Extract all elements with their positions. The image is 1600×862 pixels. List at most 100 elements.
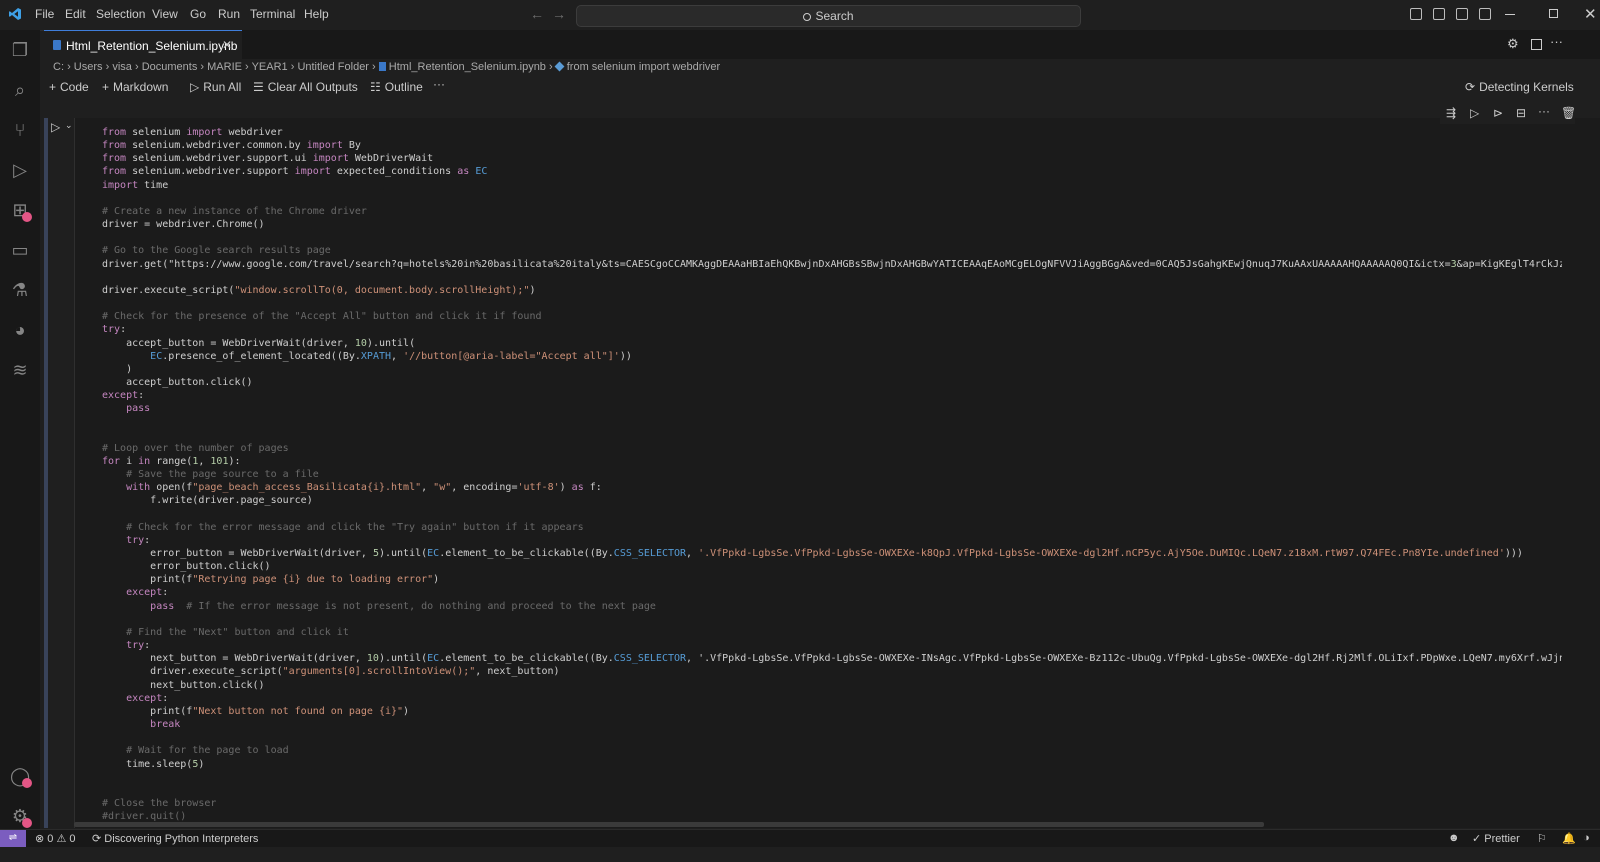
settings-gear-icon[interactable]: ⚙ xyxy=(1507,36,1519,52)
source-control-icon[interactable]: ⑂ xyxy=(10,120,30,140)
code-line[interactable]: break xyxy=(102,718,1562,731)
code-line[interactable]: import time xyxy=(102,179,1562,192)
menu-terminal[interactable]: Terminal xyxy=(250,7,295,21)
split-cell-icon[interactable]: ⊟ xyxy=(1516,106,1526,120)
code-line[interactable]: except: xyxy=(102,389,1562,402)
menu-edit[interactable]: Edit xyxy=(65,7,86,21)
close-tab-icon[interactable]: ✕ xyxy=(222,38,232,52)
add-code-cell-button[interactable]: + Code xyxy=(49,80,89,94)
breadcrumb-year1[interactable]: YEAR1 xyxy=(252,61,288,73)
notifications-bell-icon[interactable]: 🔔 xyxy=(1562,832,1576,845)
feedback-icon[interactable]: ⚐ xyxy=(1537,832,1547,845)
code-line[interactable]: # Check for the error message and click … xyxy=(102,521,1562,534)
accounts-status-icon[interactable]: ◑ xyxy=(1583,832,1590,844)
restore-icon[interactable] xyxy=(1549,9,1558,18)
execute-below-icon[interactable]: ⊳ xyxy=(1493,106,1503,120)
breadcrumb-users[interactable]: Users xyxy=(74,61,103,73)
code-line[interactable]: EC.presence_of_element_located((By.XPATH… xyxy=(102,350,1562,363)
more-actions-icon[interactable]: ··· xyxy=(1550,34,1563,49)
explorer-icon[interactable]: ❐ xyxy=(10,40,30,60)
code-line[interactable]: error_button = WebDriverWait(driver, 5).… xyxy=(102,547,1562,560)
tab-html-retention-selenium[interactable]: Html_Retention_Selenium.ipynb ✕ xyxy=(44,30,242,59)
code-line[interactable]: except: xyxy=(102,692,1562,705)
menu-help[interactable]: Help xyxy=(304,7,329,21)
code-line[interactable]: ) xyxy=(102,363,1562,376)
code-line[interactable]: # Go to the Google search results page xyxy=(102,244,1562,257)
code-line[interactable]: try: xyxy=(102,534,1562,547)
code-line[interactable]: with open(f"page_beach_access_Basilicata… xyxy=(102,481,1562,494)
breadcrumb-untitled-folder[interactable]: Untitled Folder xyxy=(297,61,369,73)
code-line[interactable]: print(f"Retrying page {i} due to loading… xyxy=(102,573,1562,586)
breadcrumb-cell[interactable]: from selenium import webdriver xyxy=(567,61,720,73)
menu-view[interactable]: View xyxy=(152,7,178,21)
python-discovery-status[interactable]: ⟳ Discovering Python Interpreters xyxy=(92,832,258,845)
code-line[interactable]: driver.execute_script("window.scrollTo(0… xyxy=(102,284,1562,297)
cell-collapse-chevron-icon[interactable]: ⌄ xyxy=(65,120,73,131)
breadcrumb-documents[interactable]: Documents xyxy=(142,61,198,73)
toggle-panel-icon[interactable] xyxy=(1433,8,1445,20)
breadcrumb-drive[interactable]: C: xyxy=(53,61,64,73)
run-cell-icon[interactable]: ▷ xyxy=(51,120,60,134)
code-line[interactable]: # Create a new instance of the Chrome dr… xyxy=(102,205,1562,218)
code-line[interactable]: time.sleep(5) xyxy=(102,758,1562,771)
menu-file[interactable]: File xyxy=(35,7,54,21)
code-line[interactable] xyxy=(102,429,1562,442)
menu-go[interactable]: Go xyxy=(190,7,206,21)
code-line[interactable]: # Save the page source to a file xyxy=(102,468,1562,481)
code-line[interactable]: # Loop over the number of pages xyxy=(102,442,1562,455)
split-editor-icon[interactable] xyxy=(1531,39,1542,50)
execute-cell-icon[interactable]: ▷ xyxy=(1470,106,1479,120)
code-line[interactable] xyxy=(102,271,1562,284)
code-line[interactable]: # Check for the presence of the "Accept … xyxy=(102,310,1562,323)
code-line[interactable] xyxy=(102,771,1562,784)
breadcrumb-file[interactable]: Html_Retention_Selenium.ipynb xyxy=(389,61,546,73)
menu-run[interactable]: Run xyxy=(218,7,240,21)
code-line[interactable]: accept_button = WebDriverWait(driver, 10… xyxy=(102,337,1562,350)
code-line[interactable]: from selenium.webdriver.support import e… xyxy=(102,165,1562,178)
run-debug-icon[interactable]: ▷ xyxy=(10,160,30,180)
code-line[interactable]: try: xyxy=(102,323,1562,336)
code-line[interactable]: pass xyxy=(102,402,1562,415)
command-center-search[interactable]: Search xyxy=(576,5,1081,27)
testing-icon[interactable]: ⚗ xyxy=(10,280,30,300)
code-line[interactable]: print(f"Next button not found on page {i… xyxy=(102,705,1562,718)
code-editor[interactable]: from selenium import webdriver from selen… xyxy=(102,126,1562,826)
code-line[interactable]: error_button.click() xyxy=(102,560,1562,573)
code-line[interactable] xyxy=(102,784,1562,797)
code-line[interactable] xyxy=(102,731,1562,744)
code-line[interactable] xyxy=(102,297,1562,310)
execute-above-icon[interactable]: ⇶ xyxy=(1446,106,1456,120)
code-line[interactable]: driver.execute_script("arguments[0].scro… xyxy=(102,665,1562,678)
toggle-secondary-sidebar-icon[interactable] xyxy=(1456,8,1468,20)
code-line[interactable] xyxy=(102,508,1562,521)
code-line[interactable] xyxy=(102,192,1562,205)
toggle-primary-sidebar-icon[interactable] xyxy=(1410,8,1422,20)
code-line[interactable]: try: xyxy=(102,639,1562,652)
code-line[interactable]: # Wait for the page to load xyxy=(102,744,1562,757)
outline-button[interactable]: ☷ Outline xyxy=(370,80,423,94)
forward-arrow-icon[interactable]: → xyxy=(552,6,566,22)
code-line[interactable]: for i in range(1, 101): xyxy=(102,455,1562,468)
remote-icon[interactable]: ◕ xyxy=(10,320,30,340)
code-line[interactable]: f.write(driver.page_source) xyxy=(102,494,1562,507)
code-line[interactable] xyxy=(102,231,1562,244)
code-line[interactable]: from selenium.webdriver.common.by import… xyxy=(102,139,1562,152)
more-toolbar-actions-icon[interactable]: ··· xyxy=(433,77,445,91)
code-line[interactable]: driver = webdriver.Chrome() xyxy=(102,218,1562,231)
code-line[interactable]: pass # If the error message is not prese… xyxy=(102,600,1562,613)
remote-explorer-icon[interactable]: ▭ xyxy=(10,240,30,260)
code-line[interactable]: next_button.click() xyxy=(102,679,1562,692)
search-icon[interactable]: ⌕ xyxy=(10,80,30,100)
breadcrumb-visa[interactable]: visa xyxy=(112,61,132,73)
horizontal-scrollbar[interactable] xyxy=(74,822,1264,827)
code-line[interactable]: accept_button.click() xyxy=(102,376,1562,389)
delete-cell-icon[interactable]: 🗑 xyxy=(1561,106,1576,120)
copilot-icon[interactable]: ☻ xyxy=(1448,832,1460,844)
prettier-status[interactable]: ✓ Prettier xyxy=(1472,832,1520,845)
cell-more-icon[interactable]: ··· xyxy=(1538,104,1550,118)
add-markdown-cell-button[interactable]: + Markdown xyxy=(102,80,168,94)
code-line[interactable]: # Find the "Next" button and click it xyxy=(102,626,1562,639)
remote-indicator[interactable]: ⇌ xyxy=(0,830,26,847)
code-line[interactable]: from selenium import webdriver xyxy=(102,126,1562,139)
run-all-button[interactable]: ▷ Run All xyxy=(190,80,241,94)
